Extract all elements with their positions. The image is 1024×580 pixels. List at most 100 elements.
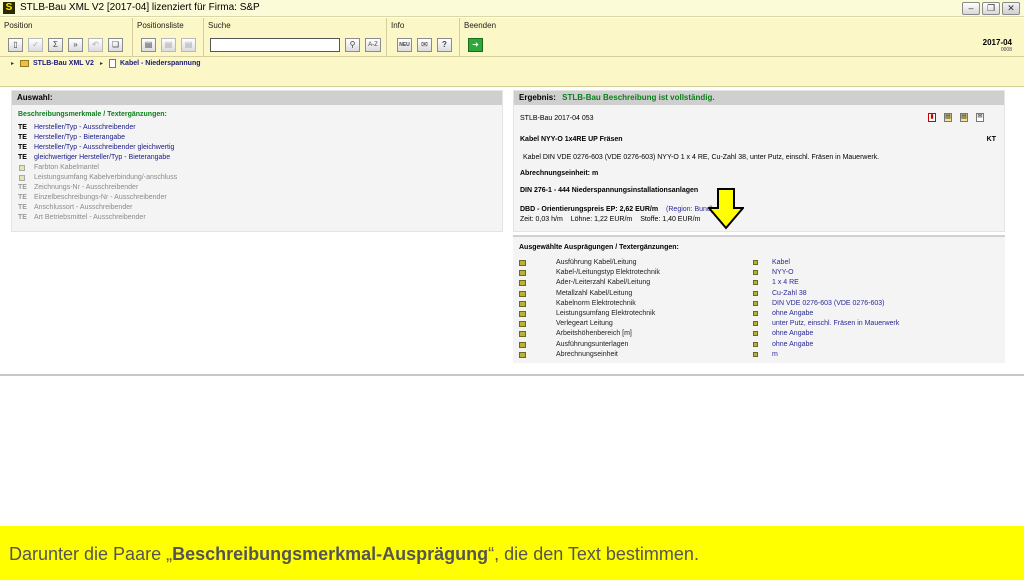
minimize-icon[interactable]: – <box>962 2 980 15</box>
attribute-value[interactable]: Cu-Zahl 38 <box>772 290 807 297</box>
auswahl-item[interactable]: Farbton Kabelmantel <box>12 164 502 174</box>
auswahl-item-label: Farbton Kabelmantel <box>34 164 99 171</box>
auswahl-title: Auswahl: <box>12 91 502 105</box>
list-export-icon[interactable]: ▤ <box>181 38 196 52</box>
auswahl-item[interactable]: TE Anschlussort - Ausschreibender <box>12 204 502 214</box>
chevron-right-icon: ▸ <box>100 61 104 67</box>
attribute-value[interactable]: ohne Angabe <box>772 310 813 317</box>
attribute-value[interactable]: ohne Angabe <box>772 341 813 348</box>
edit-feature-icon[interactable] <box>519 341 526 348</box>
group-label-info: Info <box>391 21 405 30</box>
auswahl-item-label: Leistungsumfang Kabelverbindung/-anschlu… <box>34 174 178 181</box>
edit-value-icon[interactable] <box>753 280 758 286</box>
edit-feature-icon[interactable] <box>519 331 526 338</box>
edit-feature-icon[interactable] <box>519 280 526 287</box>
attribute-row[interactable]: Ader-/Leiterzahl Kabel/Leitung 1 x 4 RE <box>513 279 1005 289</box>
edit-value-icon[interactable] <box>753 351 758 357</box>
edit-feature-icon[interactable] <box>519 300 526 307</box>
forward-icon[interactable]: » <box>68 38 83 52</box>
attribute-value[interactable]: Kabel <box>772 259 790 266</box>
attribute-row[interactable]: Abrechnungseinheit m <box>513 351 1005 361</box>
attribute-row[interactable]: Ausführung Kabel/Leitung Kabel <box>513 259 1005 269</box>
auswahl-item[interactable]: TE Hersteller/Typ - Ausschreibender <box>12 124 502 134</box>
copy-icon[interactable]: ❏ <box>108 38 123 52</box>
attribute-name: Kabel-/Leitungstyp Elektrotechnik <box>556 269 660 277</box>
edit-feature-icon[interactable] <box>519 260 526 266</box>
attribute-row[interactable]: Metallzahl Kabel/Leitung Cu-Zahl 38 <box>513 290 1005 300</box>
edit-value-icon[interactable] <box>753 300 758 306</box>
mail-icon[interactable]: ✉ <box>976 113 984 122</box>
attribute-value[interactable]: 1 x 4 RE <box>772 279 799 286</box>
restore-icon[interactable]: ❐ <box>982 2 1000 15</box>
auspraegungen-panel: Ausgewählte Ausprägungen / Textergänzung… <box>513 235 1005 363</box>
edit-value-icon[interactable] <box>753 270 758 276</box>
mail-icon[interactable]: ✉ <box>417 38 432 52</box>
edit-feature-icon[interactable] <box>519 321 526 328</box>
edit-feature-icon[interactable] <box>519 311 526 317</box>
region-link[interactable]: (Region: Bund) <box>666 206 713 213</box>
edit-value-icon[interactable] <box>753 290 758 296</box>
auswahl-item[interactable]: TE gleichwertiger Hersteller/Typ - Bieter… <box>12 154 502 164</box>
az-search-button[interactable]: A-Z <box>365 38 381 52</box>
export-icon[interactable]: ▤ <box>944 113 952 122</box>
edit-value-icon[interactable] <box>753 311 758 316</box>
list-open-icon[interactable]: ▤ <box>141 38 156 52</box>
edit-value-icon[interactable] <box>753 341 758 347</box>
attribute-name: Verlegeart Leitung <box>556 320 613 328</box>
attribute-name: Arbeitshöhenbereich [m] <box>556 330 632 338</box>
undo-icon[interactable]: ↶ <box>88 38 103 52</box>
exit-icon[interactable]: ➜ <box>468 38 483 52</box>
attribute-row[interactable]: Kabel-/Leitungstyp Elektrotechnik NYY-O <box>513 269 1005 279</box>
edit-feature-icon[interactable] <box>519 290 526 297</box>
attribute-row[interactable]: Verlegeart Leitung unter Putz, einschl. F… <box>513 320 1005 330</box>
binoculars-icon[interactable]: ⚲ <box>345 38 360 52</box>
breadcrumb-root[interactable]: STLB-Bau XML V2 <box>33 60 94 67</box>
din-code: DIN 276-1 - 444 Niederspannungsinstallat… <box>520 187 699 194</box>
attribute-value[interactable]: DIN VDE 0276-603 (VDE 0276-603) <box>772 300 884 307</box>
new-document-icon[interactable]: ▯ <box>8 38 23 52</box>
close-icon[interactable]: ✕ <box>1002 2 1020 15</box>
attribute-value[interactable]: ohne Angabe <box>772 330 813 337</box>
auswahl-item[interactable]: TE Einzelbeschreibungs-Nr - Ausschreibend… <box>12 194 502 204</box>
attribute-row[interactable]: Arbeitshöhenbereich [m] ohne Angabe <box>513 330 1005 340</box>
ergebnis-panel: Ergebnis: STLB-Bau Beschreibung ist voll… <box>513 90 1005 232</box>
auswahl-item-label: gleichwertiger Hersteller/Typ - Bieteran… <box>34 154 171 161</box>
edit-feature-icon[interactable] <box>519 351 526 358</box>
sum-icon[interactable]: Σ <box>48 38 63 52</box>
loehne-value: Löhne: 1,22 EUR/m <box>570 216 633 223</box>
attribute-value[interactable]: unter Putz, einschl. Fräsen in Mauerwerk <box>772 320 899 327</box>
folder-icon <box>20 60 29 67</box>
pdf-icon[interactable]: ▮ <box>928 113 936 122</box>
long-text: Kabel DIN VDE 0276-603 (VDE 0276-603) NY… <box>523 154 880 161</box>
build-label: 0008 <box>1000 47 1012 53</box>
ergebnis-label: Ergebnis: <box>519 93 556 102</box>
edit-value-icon[interactable] <box>753 331 758 337</box>
attribute-row[interactable]: Kabelnorm Elektrotechnik DIN VDE 0276-603… <box>513 300 1005 310</box>
save-icon[interactable]: ▤ <box>960 113 968 122</box>
news-button[interactable]: NEU <box>397 38 412 52</box>
attribute-value[interactable]: m <box>772 351 778 358</box>
search-input[interactable] <box>210 38 340 52</box>
help-icon[interactable]: ? <box>437 38 452 52</box>
breadcrumb-current[interactable]: Kabel - Niederspannung <box>120 60 201 67</box>
check-icon[interactable]: ✓ <box>28 38 43 52</box>
attribute-value[interactable]: NYY-O <box>772 269 794 276</box>
auswahl-item[interactable]: TE Art Betriebsmittel - Ausschreibender <box>12 214 502 224</box>
auswahl-item[interactable]: TE Zeichnungs-Nr - Ausschreibender <box>12 184 502 194</box>
application-window: S STLB-Bau XML V2 [2017-04] lizenziert f… <box>0 0 1024 526</box>
attribute-row[interactable]: Leistungsumfang Elektrotechnik ohne Angab… <box>513 310 1005 320</box>
dbd-price: DBD - Orientierungspreis EP: 2,62 EUR/m <box>520 206 659 213</box>
auswahl-item[interactable]: TE Hersteller/Typ - Bieterangabe <box>12 134 502 144</box>
te-tag: TE <box>18 154 27 161</box>
edit-value-icon[interactable] <box>753 260 758 265</box>
version-label: 2017-04 <box>982 38 1012 47</box>
auswahl-item[interactable]: TE Hersteller/Typ - Ausschreibender gleic… <box>12 144 502 154</box>
list-edit-icon[interactable]: ▤ <box>161 38 176 52</box>
toolbar-group-info: Info NEU ✉ ? <box>387 18 460 57</box>
auswahl-item[interactable]: Leistungsumfang Kabelverbindung/-anschlu… <box>12 174 502 184</box>
auspraegungen-title: Ausgewählte Ausprägungen / Textergänzung… <box>519 244 679 251</box>
te-tag: TE <box>18 204 27 211</box>
attribute-row[interactable]: Ausführungsunterlagen ohne Angabe <box>513 341 1005 351</box>
edit-value-icon[interactable] <box>753 321 758 327</box>
edit-feature-icon[interactable] <box>519 270 526 277</box>
